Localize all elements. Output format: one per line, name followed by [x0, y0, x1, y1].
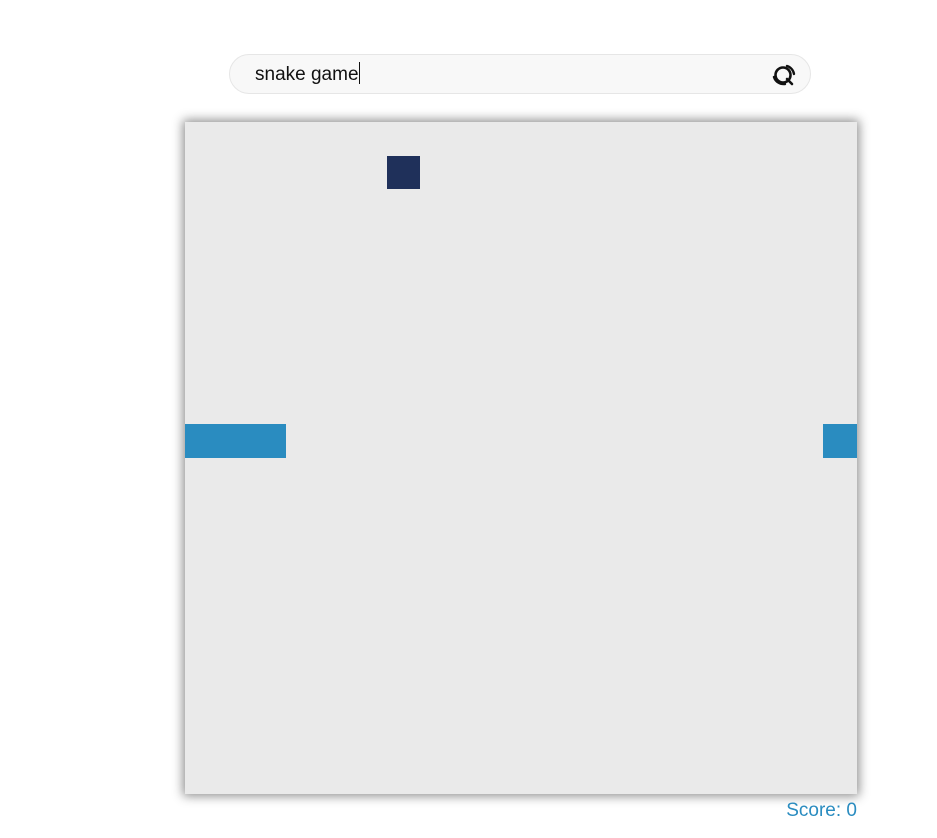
search-input[interactable]: snake game	[255, 55, 360, 93]
score-label: Score: 0	[786, 800, 857, 821]
snake-segment	[823, 424, 857, 458]
snake-segment	[252, 424, 286, 458]
search-input-value: snake game	[255, 64, 359, 85]
search-icon[interactable]	[771, 63, 797, 87]
snake-segment	[218, 424, 253, 458]
snake-segment	[185, 424, 219, 458]
food-pellet	[386, 155, 421, 190]
search-bar[interactable]: snake game	[229, 54, 811, 94]
game-board[interactable]	[185, 122, 857, 794]
text-caret	[358, 62, 360, 84]
page: snake game Score: 0	[0, 0, 937, 838]
